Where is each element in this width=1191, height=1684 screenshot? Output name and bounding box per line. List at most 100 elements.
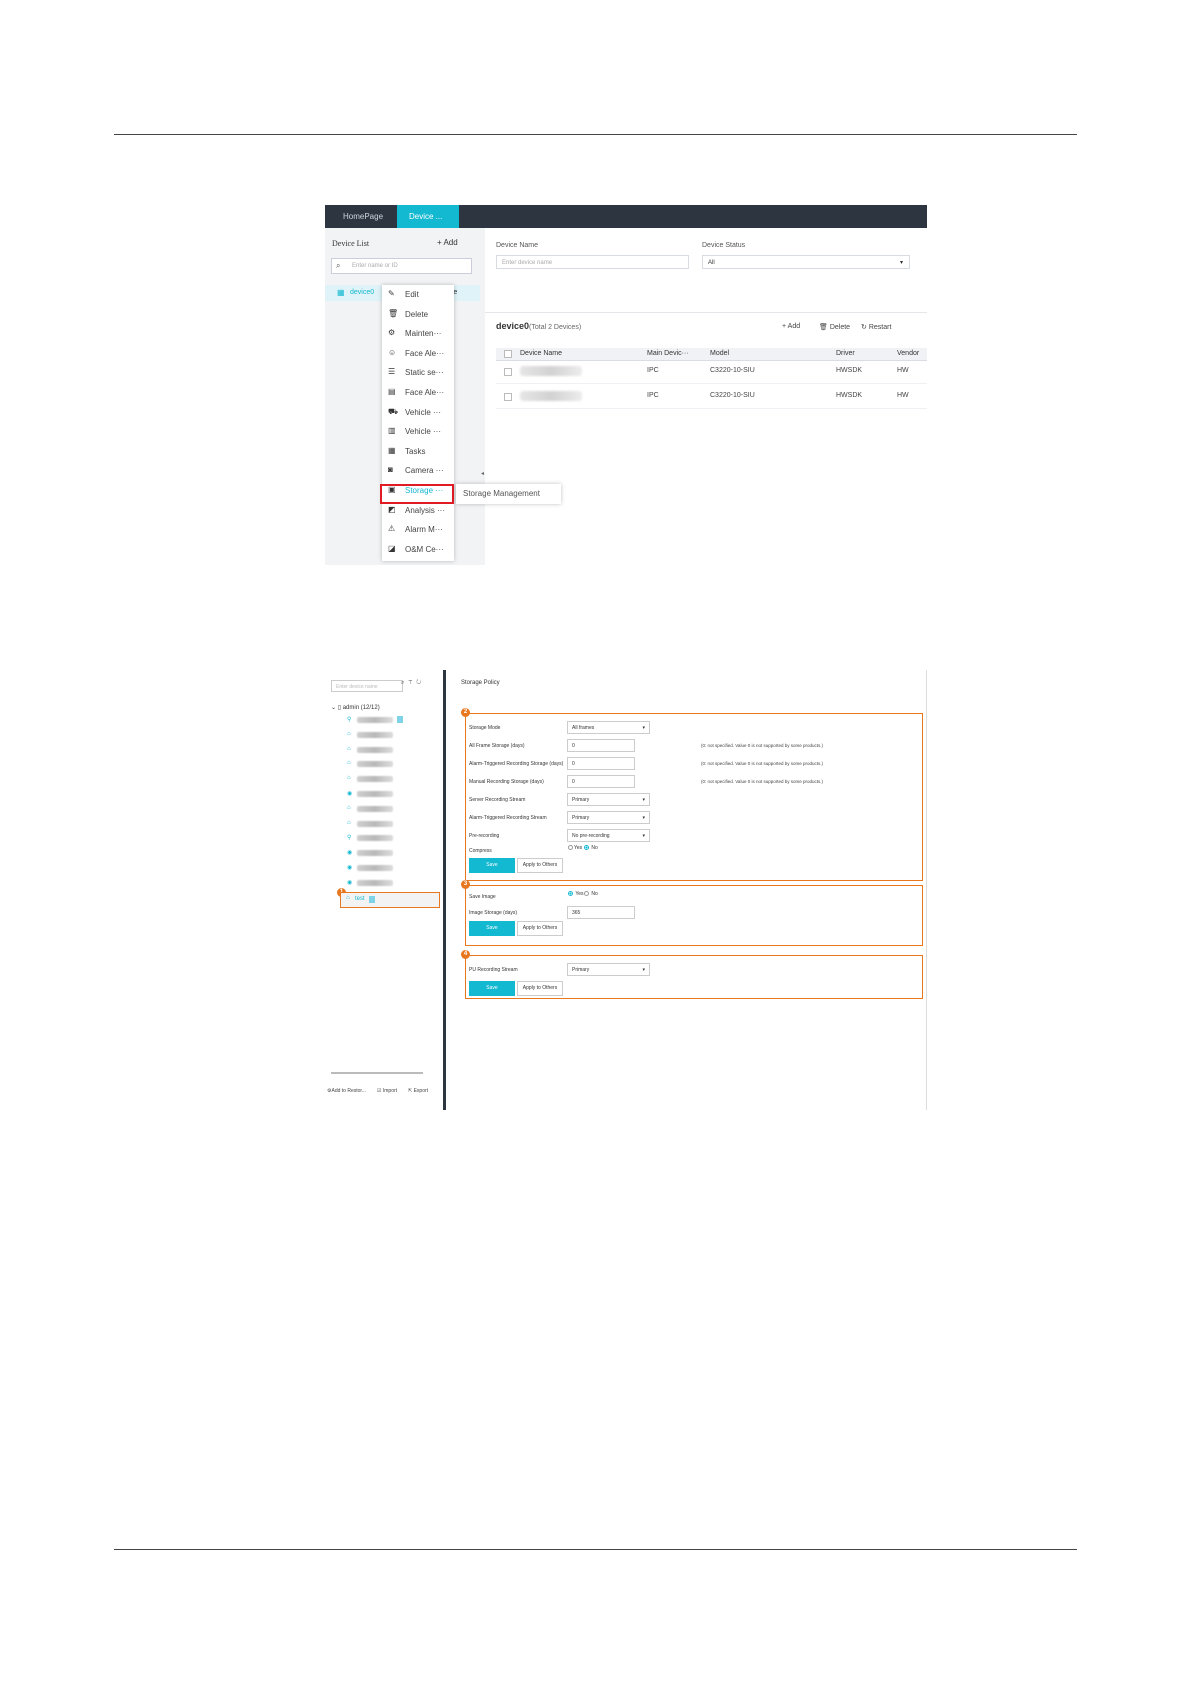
collapse-handle-icon[interactable]: ◂ [481, 470, 484, 477]
add-to-restore-button[interactable]: ⚙Add to Restor... [327, 1088, 366, 1094]
tab-device[interactable]: Device ... [397, 205, 459, 228]
row-checkbox[interactable] [504, 368, 512, 376]
prerecord-value: No pre-recording [572, 833, 610, 839]
alarm-storage-label: Alarm-Triggered Recording Storage (days) [469, 761, 564, 767]
radio-icon [584, 891, 589, 897]
tag-icon [397, 716, 403, 723]
camera-icon: ◉ [347, 850, 353, 857]
tree-node[interactable]: ⌂ [347, 758, 427, 770]
tab-homepage[interactable]: HomePage [331, 205, 395, 228]
storage-mode-select[interactable]: All frames ▾ [567, 721, 650, 734]
tree-node[interactable]: ◉ [347, 877, 427, 889]
compress-no-radio[interactable]: No [584, 845, 598, 851]
tree-root[interactable]: ⌄ ▯ admin (12/12) [331, 704, 380, 711]
export-label: Export [413, 1088, 429, 1094]
add-device-button[interactable]: + Add [437, 238, 458, 247]
toolbar-delete-button[interactable]: 🗑 Delete [819, 323, 850, 331]
device-status-select[interactable]: All ▾ [702, 255, 910, 269]
save-image-no-radio[interactable]: No [584, 891, 598, 897]
context-menu-item[interactable]: ⚠ Alarm M··· [382, 522, 454, 538]
tree-node[interactable]: ⌂ [347, 803, 427, 815]
tree-node[interactable]: ⚲ [347, 714, 427, 726]
tree-node[interactable]: ◉ [347, 847, 427, 859]
alarm-storage-input[interactable]: 0 [567, 757, 635, 770]
export-button[interactable]: ⇱ Export [408, 1088, 428, 1094]
toolbar-restart-button[interactable]: ↻ Restart [861, 323, 891, 331]
refresh-icon[interactable]: ↻ [416, 680, 425, 686]
save-image-yes-radio[interactable]: Yes [568, 891, 583, 897]
add-to-restore-label: Add to Restor... [331, 1088, 366, 1094]
context-menu-label: O&M Ce··· [405, 544, 444, 554]
device-name-filter-input[interactable]: Enter device name [496, 255, 689, 269]
pu-stream-select[interactable]: Primary ▾ [567, 963, 650, 976]
save-button[interactable]: Save [469, 921, 515, 936]
col-main-device[interactable]: Main Devic··· [647, 350, 689, 357]
selected-tree-node[interactable]: ⌂ test [340, 892, 440, 908]
image-storage-label: Image Storage (days) [469, 910, 518, 916]
blurred-node-name [357, 820, 393, 827]
apply-to-others-button[interactable]: Apply to Others [517, 981, 563, 996]
manual-storage-input[interactable]: 0 [567, 775, 635, 788]
device-search-input[interactable]: ⌕ Enter name or ID [331, 258, 472, 274]
select-all-checkbox[interactable] [504, 350, 512, 358]
header-rule [114, 134, 1077, 135]
context-menu-item[interactable]: ☺ Face Ale··· [382, 346, 454, 362]
recording-storage-section [465, 713, 923, 881]
blurred-node-name [357, 805, 393, 812]
image-storage-input[interactable]: 365 [567, 906, 635, 919]
server-stream-select[interactable]: Primary ▾ [567, 793, 650, 806]
prerecord-select[interactable]: No pre-recording ▾ [567, 829, 650, 842]
pu-stream-value: Primary [572, 967, 590, 973]
context-menu-item[interactable]: ◪ O&M Ce··· [382, 542, 454, 558]
export-icon: ⇱ [408, 1088, 413, 1094]
device-tree-search-input[interactable]: Enter device name [331, 680, 403, 692]
compress-label: Compress [469, 848, 492, 854]
tree-node[interactable]: ⌂ [347, 744, 427, 756]
col-device-name[interactable]: Device Name [520, 350, 562, 357]
row-checkbox[interactable] [504, 393, 512, 401]
folder-icon: ▯ [337, 705, 342, 711]
chevron-down-icon: ▾ [642, 815, 645, 821]
tree-node[interactable]: ⌂ [347, 818, 427, 830]
context-menu-item[interactable]: ✎ Edit [382, 287, 454, 303]
import-button[interactable]: ☑ Import [377, 1088, 397, 1094]
table-row[interactable]: IPC C3220-10-SIU HWSDK HW [496, 361, 927, 384]
apply-to-others-button[interactable]: Apply to Others [517, 858, 563, 873]
context-menu-item[interactable]: ▤ Face Ale··· [382, 385, 454, 401]
step-badge-4: 4 [461, 950, 470, 959]
alarm-stream-select[interactable]: Primary ▾ [567, 811, 650, 824]
context-menu-item[interactable]: ☰ Static se··· [382, 365, 454, 381]
device-detail-panel: Device Name Enter device name Device Sta… [485, 228, 927, 565]
save-button[interactable]: Save [469, 858, 515, 873]
om-icon: ◪ [388, 543, 396, 553]
storage-management-submenu[interactable]: Storage Management [456, 484, 561, 504]
context-menu-item[interactable]: ◙ Camera ··· [382, 463, 454, 479]
col-vendor[interactable]: Vendor [897, 350, 919, 357]
apply-to-others-button[interactable]: Apply to Others [517, 921, 563, 936]
context-menu-item[interactable]: ▦ Tasks [382, 444, 454, 460]
tree-node[interactable]: ◉ [347, 788, 427, 800]
context-menu-item[interactable]: 🗑 Delete [382, 307, 454, 323]
blurred-node-name [357, 746, 393, 753]
compress-yes-radio[interactable]: Yes [568, 845, 582, 851]
tag-icon [369, 896, 375, 903]
tree-node[interactable]: ⌂ [347, 729, 427, 741]
context-menu-item[interactable]: ▥ Vehicle ··· [382, 424, 454, 440]
context-menu-item[interactable]: ⚙ Mainten··· [382, 326, 454, 342]
context-menu-item[interactable]: ◩ Analysis ··· [382, 503, 454, 519]
horizontal-scrollbar[interactable] [331, 1072, 423, 1074]
table-row[interactable]: IPC C3220-10-SIU HWSDK HW [496, 386, 927, 409]
save-image-no-label: No [591, 891, 598, 897]
toolbar-add-button[interactable]: + Add [782, 323, 800, 330]
all-frame-storage-input[interactable]: 0 [567, 739, 635, 752]
col-model[interactable]: Model [710, 350, 729, 357]
tree-node[interactable]: ⌂ [347, 773, 427, 785]
tree-node[interactable]: ⚲ [347, 832, 427, 844]
toolbar-add-label: Add [787, 323, 801, 330]
save-button[interactable]: Save [469, 981, 515, 996]
face-alert-icon: ☺ [388, 347, 397, 357]
context-menu-item[interactable]: ⛟ Vehicle ··· [382, 405, 454, 421]
blurred-node-name [357, 717, 393, 723]
col-driver[interactable]: Driver [836, 350, 855, 357]
tree-node[interactable]: ◉ [347, 862, 427, 874]
